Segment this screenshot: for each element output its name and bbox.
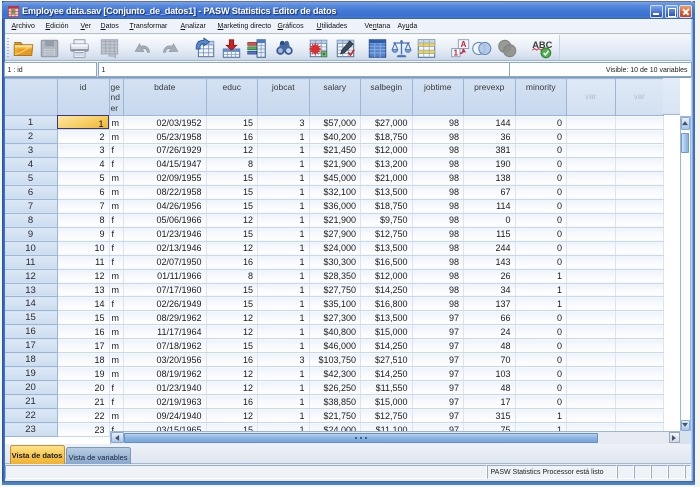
- svg-text:1: 1: [454, 48, 459, 57]
- svg-text:A: A: [460, 40, 466, 49]
